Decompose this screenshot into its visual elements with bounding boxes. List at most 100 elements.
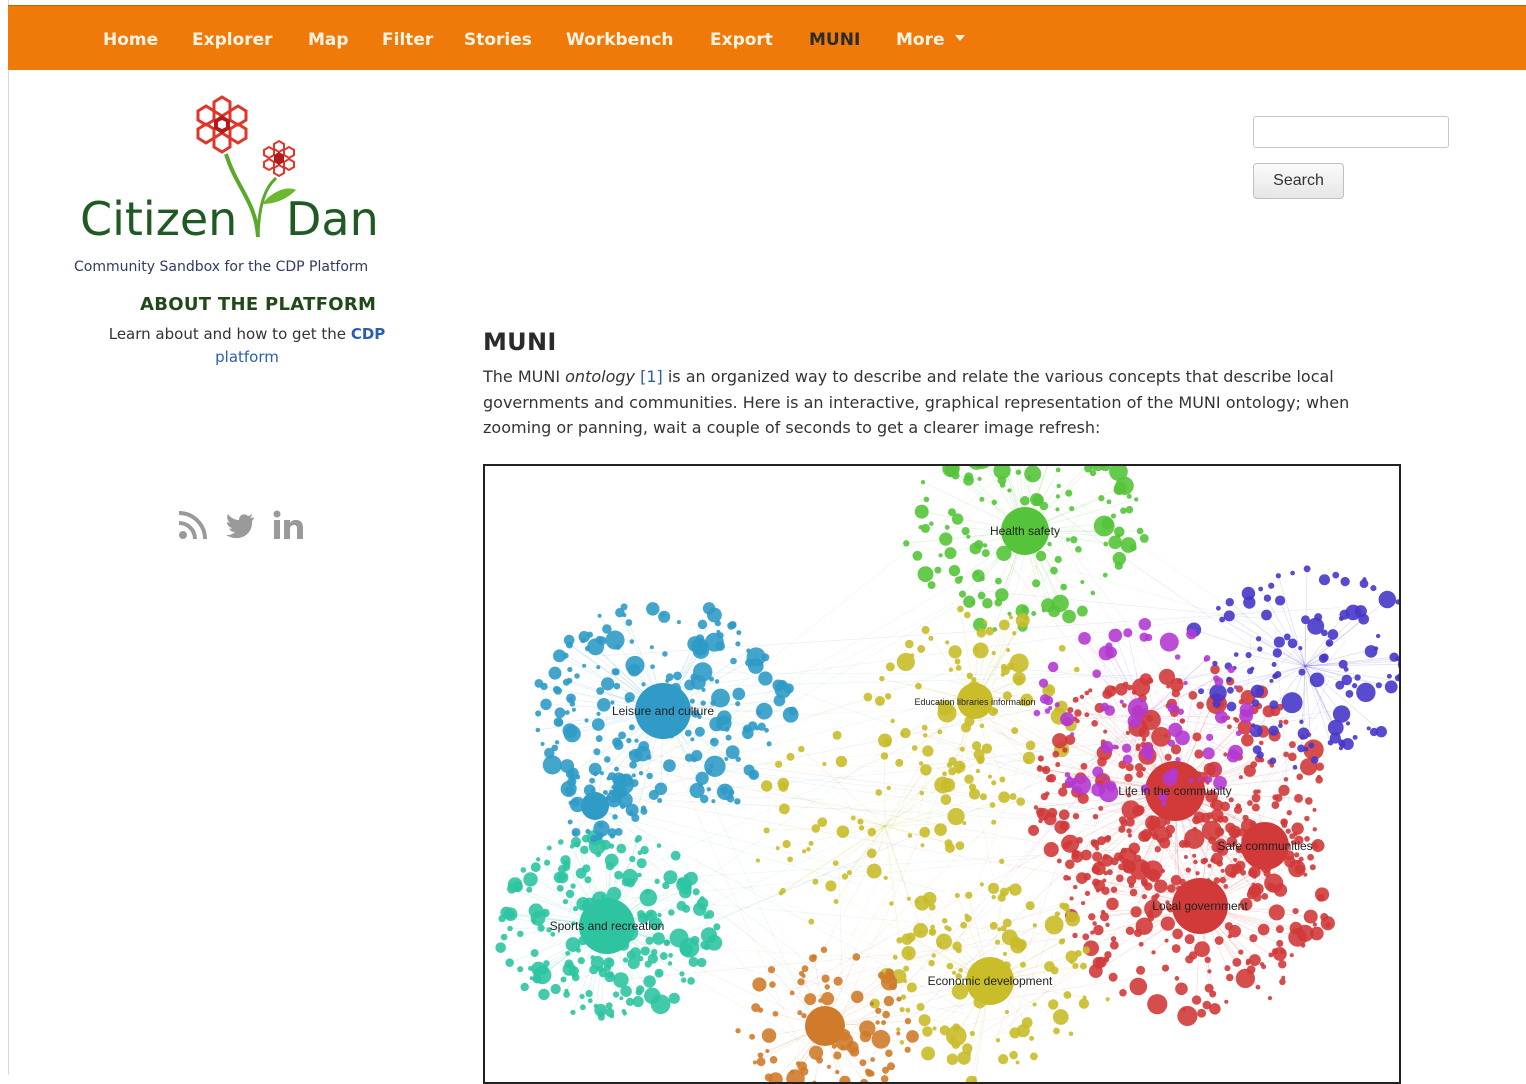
- graph-node: [753, 1060, 757, 1064]
- graph-node: [919, 525, 923, 529]
- graph-node: [1185, 934, 1195, 944]
- graph-node: [625, 619, 632, 626]
- cdp-link[interactable]: CDP: [351, 325, 385, 343]
- graph-node: [912, 745, 918, 751]
- graph-node: [630, 639, 635, 644]
- nav-stories[interactable]: Stories: [464, 30, 532, 50]
- intro-paragraph: The MUNI ontology [1] is an organized wa…: [483, 364, 1413, 441]
- graph-node: [1167, 884, 1176, 893]
- graph-node: [975, 647, 979, 651]
- graph-node: [695, 772, 708, 785]
- search-button[interactable]: Search: [1253, 163, 1344, 199]
- graph-node: [998, 791, 1010, 803]
- graph-node: [948, 508, 956, 516]
- graph-node: [905, 1047, 911, 1053]
- graph-node: [999, 619, 1010, 630]
- graph-node: [851, 991, 863, 1003]
- graph-node: [1058, 787, 1067, 796]
- graph-node: [1370, 728, 1378, 736]
- linkedin-icon[interactable]: [272, 508, 306, 546]
- graph-node: [758, 1052, 764, 1058]
- nav-workbench[interactable]: Workbench: [566, 30, 674, 50]
- graph-node: [1012, 631, 1016, 635]
- graph-node: [1209, 1003, 1221, 1015]
- graph-node: [1198, 688, 1204, 694]
- graph-node: [517, 931, 524, 938]
- graph-node: [1069, 959, 1074, 964]
- graph-node: [1197, 777, 1201, 781]
- nav-muni[interactable]: MUNI: [809, 30, 860, 50]
- nav-map[interactable]: Map: [308, 30, 349, 50]
- graph-node: [618, 731, 626, 739]
- graph-node: [1272, 948, 1279, 955]
- graph-node: [1055, 556, 1062, 563]
- graph-node: [896, 1027, 900, 1031]
- search-input[interactable]: [1253, 116, 1449, 148]
- reference-link[interactable]: [1]: [640, 367, 663, 386]
- graph-node: [1139, 942, 1144, 947]
- graph-node: [1132, 805, 1143, 816]
- graph-node: [955, 659, 961, 665]
- graph-node: [1096, 888, 1100, 892]
- graph-node: [1247, 965, 1256, 974]
- graph-node: [1304, 816, 1310, 822]
- graph-node: [915, 683, 922, 690]
- graph-node: [1234, 685, 1238, 689]
- graph-node: [604, 756, 611, 763]
- graph-node: [1072, 963, 1078, 969]
- graph-node: [1050, 567, 1058, 575]
- graph-node: [576, 948, 581, 953]
- graph-node: [1251, 723, 1255, 727]
- graph-node: [1328, 629, 1339, 640]
- graph-node: [1228, 934, 1232, 938]
- graph-node: [802, 849, 806, 853]
- nav-more-dropdown[interactable]: More: [896, 30, 965, 50]
- graph-node: [1182, 1007, 1186, 1011]
- graph-node: [1315, 887, 1329, 901]
- graph-node: [1145, 634, 1152, 641]
- graph-node: [991, 820, 996, 825]
- graph-node: [905, 1018, 911, 1024]
- graph-node: [604, 972, 614, 982]
- graph-node: [565, 710, 570, 715]
- graph-node: [1370, 585, 1376, 591]
- citizen-dan-logo[interactable]: Citizen Dan: [76, 92, 386, 252]
- graph-node: [1250, 727, 1254, 731]
- graph-node: [886, 662, 895, 671]
- graph-node: [797, 1010, 802, 1015]
- graph-node: [833, 860, 839, 866]
- graph-node: [716, 630, 720, 634]
- graph-node: [625, 656, 644, 675]
- graph-node: [1236, 730, 1242, 736]
- graph-node: [919, 1014, 931, 1026]
- graph-node: [1001, 925, 1007, 931]
- graph-node: [923, 892, 937, 906]
- graph-edge: [1037, 498, 1266, 656]
- twitter-icon[interactable]: [224, 508, 258, 546]
- graph-node: [632, 773, 636, 777]
- graph-node: [979, 497, 984, 502]
- graph-node: [1016, 797, 1025, 806]
- nav-filter[interactable]: Filter: [382, 30, 433, 50]
- nav-home[interactable]: Home: [103, 30, 158, 50]
- graph-node: [555, 707, 566, 718]
- ontology-graph-viewer[interactable]: Health safetyLeisure and cultureEducatio…: [483, 464, 1401, 1084]
- graph-node: [505, 958, 514, 967]
- graph-node: [949, 645, 962, 658]
- graph-node: [801, 1013, 806, 1018]
- rss-icon[interactable]: [176, 508, 210, 546]
- nav-explorer[interactable]: Explorer: [192, 30, 273, 50]
- graph-node: [921, 480, 925, 484]
- graph-node: [1209, 684, 1226, 701]
- graph-hub-label: Health safety: [990, 524, 1060, 538]
- graph-node: [859, 1059, 866, 1066]
- graph-node: [1226, 974, 1234, 982]
- graph-node: [1071, 775, 1091, 795]
- nav-export[interactable]: Export: [710, 30, 773, 50]
- platform-link[interactable]: platform: [215, 348, 279, 366]
- graph-node: [1072, 933, 1077, 938]
- graph-node: [750, 772, 757, 779]
- graph-node: [570, 844, 575, 849]
- graph-node: [728, 789, 734, 795]
- graph-node: [1286, 829, 1291, 834]
